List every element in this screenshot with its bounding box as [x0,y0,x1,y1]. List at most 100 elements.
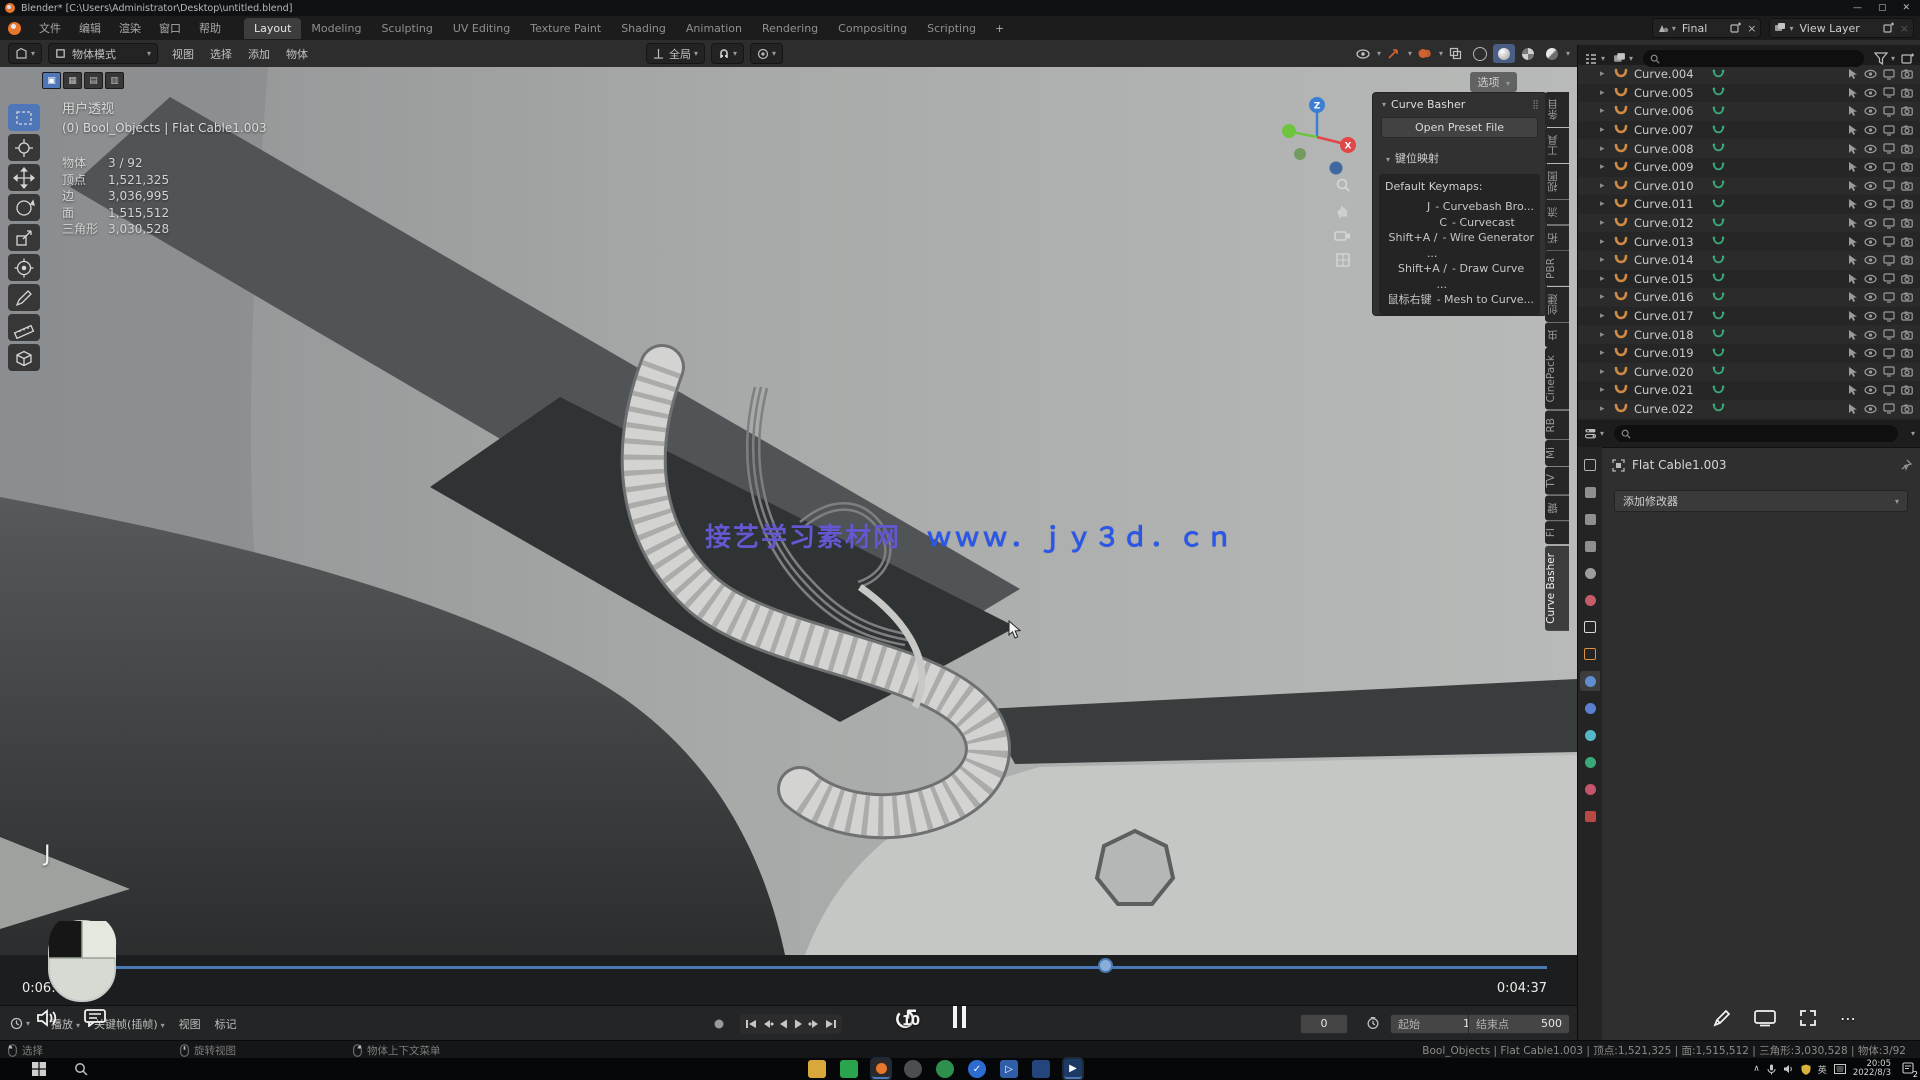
selectable-icon[interactable] [1848,310,1858,322]
object-name[interactable]: Curve.013 [1634,235,1712,249]
disable-in-renders-icon[interactable] [1901,330,1913,340]
disable-in-renders-icon[interactable] [1901,69,1913,79]
expand-caret-icon[interactable]: ▸ [1600,367,1614,377]
blender-menu-icon[interactable] [8,22,21,35]
next-keyframe-button[interactable] [807,1018,822,1030]
selectable-icon[interactable] [1848,87,1858,99]
shading-rendered-button[interactable] [1541,44,1563,63]
panel-header[interactable]: ▾ Curve Basher ⣿ [1373,93,1546,115]
properties-tab-scene[interactable] [1580,563,1600,583]
expand-caret-icon[interactable]: ▸ [1600,237,1614,247]
object-name[interactable]: Curve.015 [1634,272,1712,286]
selectable-icon[interactable] [1848,273,1858,285]
properties-tab-texture[interactable] [1580,806,1600,826]
disable-in-viewports-icon[interactable] [1883,125,1895,136]
menu-窗口[interactable]: 窗口 [150,17,190,39]
tool-options-button[interactable]: 选项 ▾ [1470,72,1517,92]
zoom-view-icon[interactable] [1335,177,1351,193]
outliner-row[interactable]: ▸ Curve.021 [1578,381,1920,400]
current-frame-field[interactable]: 0 [1300,1014,1348,1034]
properties-tab-collection[interactable] [1580,617,1600,637]
potplayer-icon[interactable]: ▷ [1000,1060,1018,1078]
security-shield-icon[interactable] [1801,1064,1811,1075]
object-name[interactable]: Curve.008 [1634,142,1712,156]
outliner-row[interactable]: ▸ Curve.020 [1578,363,1920,382]
selectable-icon[interactable] [1848,236,1858,248]
timeline-menu-2[interactable]: 视图 [172,1013,208,1035]
viewport-menu-添加[interactable]: 添加 [240,43,278,65]
new-collection-icon[interactable] [1901,52,1915,65]
jump-to-end-button[interactable] [824,1018,838,1030]
move-tool[interactable] [8,164,40,191]
playhead[interactable] [1098,958,1113,973]
file-explorer-icon[interactable] [808,1060,826,1078]
expand-caret-icon[interactable]: ▸ [1600,162,1614,172]
select-set-button[interactable]: ▣ [42,72,61,89]
object-name[interactable]: Curve.004 [1634,67,1712,81]
disable-in-viewports-icon[interactable] [1883,199,1895,210]
outliner-row[interactable]: ▸ Curve.015 [1578,270,1920,289]
outliner-row[interactable]: ▸ Curve.012 [1578,214,1920,233]
expand-caret-icon[interactable]: ▸ [1600,255,1614,265]
disable-in-renders-icon[interactable] [1901,274,1913,284]
object-name[interactable]: Curve.014 [1634,253,1712,267]
timeline-track[interactable] [95,966,1547,969]
object-name[interactable]: Curve.005 [1634,86,1712,100]
sidebar-tab-条目[interactable]: 条目 [1545,92,1569,127]
object-name[interactable]: Curve.020 [1634,365,1712,379]
outliner-row[interactable]: ▸ Curve.018 [1578,325,1920,344]
view-layer-selector[interactable]: ▾ View Layer × [1769,18,1914,38]
selectable-icon[interactable] [1848,366,1858,378]
disable-in-viewports-icon[interactable] [1883,329,1895,340]
workspace-tab-shading[interactable]: Shading [611,18,676,39]
disable-in-viewports-icon[interactable] [1883,273,1895,284]
disable-in-renders-icon[interactable] [1901,181,1913,191]
tray-expand-icon[interactable]: ∧ [1753,1064,1760,1074]
camera-view-icon[interactable] [1334,229,1351,242]
maximize-button[interactable]: ▢ [1878,3,1887,13]
video-player-icon[interactable]: ▶ [1064,1059,1082,1079]
disable-in-viewports-icon[interactable] [1883,69,1895,80]
disable-in-viewports-icon[interactable] [1883,218,1895,229]
checkmark-app-icon[interactable]: ✓ [968,1060,986,1078]
properties-tab-world[interactable] [1580,590,1600,610]
display-mode-icon[interactable] [1613,52,1626,65]
outliner-row[interactable]: ▸ Curve.017 [1578,307,1920,326]
select-box-tool[interactable] [8,104,40,131]
disable-in-renders-icon[interactable] [1901,348,1913,358]
disable-in-viewports-icon[interactable] [1883,385,1895,396]
language-indicator[interactable]: 英 [1818,1063,1827,1076]
sidebar-tab-cinepack[interactable]: CinePack [1545,348,1569,410]
disable-in-viewports-icon[interactable] [1883,311,1895,322]
chat-icon[interactable] [84,1009,106,1027]
select-invert-button[interactable]: ▥ [105,72,124,89]
select-subtract-button[interactable]: ▤ [84,72,103,89]
disable-in-viewports-icon[interactable] [1883,106,1895,117]
properties-editor-icon[interactable] [1584,427,1597,440]
workspace-tab-texture-paint[interactable]: Texture Paint [520,18,611,39]
object-name[interactable]: Curve.022 [1634,402,1712,416]
play-button[interactable] [792,1018,805,1030]
disable-in-viewports-icon[interactable] [1883,403,1895,414]
snap-toggle[interactable]: ▾ [711,43,744,64]
proportional-edit-toggle[interactable]: ▾ [750,43,783,64]
annotate-tool[interactable] [8,284,40,311]
selectable-icon[interactable] [1848,254,1858,266]
transform-orientation-selector[interactable]: 全局 ▾ [646,43,705,64]
blender-taskbar-icon[interactable] [872,1059,890,1079]
object-name[interactable]: Curve.009 [1634,160,1712,174]
disable-in-renders-icon[interactable] [1901,237,1913,247]
disable-in-renders-icon[interactable] [1901,144,1913,154]
sidebar-tab-虫[interactable]: 虫 [1545,323,1569,348]
disable-in-renders-icon[interactable] [1901,311,1913,321]
hide-in-viewport-icon[interactable] [1864,367,1877,377]
properties-tab-object-data[interactable] [1580,752,1600,772]
menu-文件[interactable]: 文件 [30,17,70,39]
properties-search-input[interactable] [1614,425,1898,442]
measure-tool[interactable] [8,314,40,341]
cursor-tool[interactable] [8,134,40,161]
hide-in-viewport-icon[interactable] [1864,106,1877,116]
hide-in-viewport-icon[interactable] [1864,330,1877,340]
workspace-tab-rendering[interactable]: Rendering [752,18,828,39]
outliner-row[interactable]: ▸ Curve.022 [1578,400,1920,419]
